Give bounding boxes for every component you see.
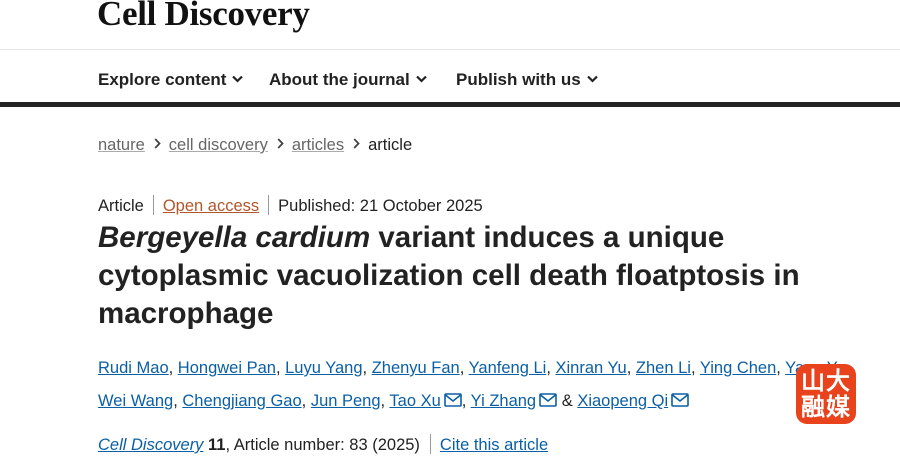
chevron-right-icon <box>154 135 161 154</box>
author-link[interactable]: Yi Zhang <box>471 392 536 410</box>
author-link[interactable]: Chengjiang Gao <box>182 392 301 410</box>
author-link[interactable]: Zhen Li <box>636 359 691 377</box>
nav-label: Explore content <box>98 70 227 89</box>
article-title: Bergeyella cardium variant induces a uni… <box>98 219 858 333</box>
mail-icon[interactable] <box>671 386 689 419</box>
open-access-link[interactable]: Open access <box>163 197 259 215</box>
article-number: , Article number: 83 (2025) <box>225 436 420 454</box>
nav-publish-with-us[interactable]: Publish with us <box>456 68 598 90</box>
author-link[interactable]: Jun Peng <box>311 392 381 410</box>
chevron-right-icon <box>277 135 284 154</box>
main-nav: Explore content About the journal Publis… <box>0 51 900 107</box>
watermark-logo: 山 大 融 媒 <box>796 364 856 424</box>
watermark-glyph: 媒 <box>826 393 850 421</box>
author-link[interactable]: Hongwei Pan <box>178 359 276 377</box>
nav-label: About the journal <box>269 70 410 89</box>
watermark-glyph: 融 <box>801 393 825 421</box>
breadcrumb-link-cell-discovery[interactable]: cell discovery <box>169 136 268 154</box>
title-species: Bergeyella cardium <box>98 221 371 254</box>
author-link[interactable]: Wei Wang <box>98 392 173 410</box>
mail-icon[interactable] <box>443 386 462 419</box>
nav-label: Publish with us <box>456 70 581 89</box>
mail-icon[interactable] <box>539 386 557 419</box>
chevron-right-icon <box>353 135 360 154</box>
watermark-glyph: 山 <box>801 367 825 395</box>
brand-bar: Cell Discovery <box>0 0 900 50</box>
author-link[interactable]: Tao Xu <box>389 392 440 410</box>
author-link[interactable]: Yanfeng Li <box>469 359 547 377</box>
author-list: Rudi Mao, Hongwei Pan, Luyu Yang, Zhenyu… <box>98 352 888 419</box>
breadcrumb-link-articles[interactable]: articles <box>292 136 344 154</box>
author-link[interactable]: Zhenyu Fan <box>372 359 460 377</box>
divider <box>268 195 270 215</box>
author-link[interactable]: Xiaopeng Qi <box>577 392 668 410</box>
chevron-down-icon <box>586 68 598 88</box>
journal-link[interactable]: Cell Discovery <box>98 436 203 454</box>
breadcrumb-link-nature[interactable]: nature <box>98 136 145 154</box>
breadcrumb: nature cell discovery articles article <box>98 135 412 155</box>
nav-explore-content[interactable]: Explore content <box>98 68 244 90</box>
chevron-down-icon <box>232 68 244 88</box>
journal-logo[interactable]: Cell Discovery <box>97 0 310 34</box>
citation-row: Cell Discovery 11, Article number: 83 (2… <box>98 434 548 455</box>
chevron-down-icon <box>415 68 427 88</box>
breadcrumb-current: article <box>368 136 413 154</box>
author-link[interactable]: Luyu Yang <box>285 359 362 377</box>
author-link[interactable]: Xinran Yu <box>555 359 626 377</box>
cite-this-article-link[interactable]: Cite this article <box>440 436 548 454</box>
nav-about-journal[interactable]: About the journal <box>269 68 427 90</box>
volume-number: 11 <box>208 436 226 454</box>
divider <box>429 434 431 454</box>
published-date: Published: 21 October 2025 <box>278 197 483 215</box>
author-link[interactable]: Ying Chen <box>700 359 776 377</box>
article-meta: Article Open access Published: 21 October … <box>98 195 483 216</box>
author-link[interactable]: Rudi Mao <box>98 359 169 377</box>
article-type: Article <box>98 197 144 215</box>
divider <box>152 195 154 215</box>
authors-ampersand: & <box>561 392 573 410</box>
watermark-glyph: 大 <box>826 367 850 395</box>
